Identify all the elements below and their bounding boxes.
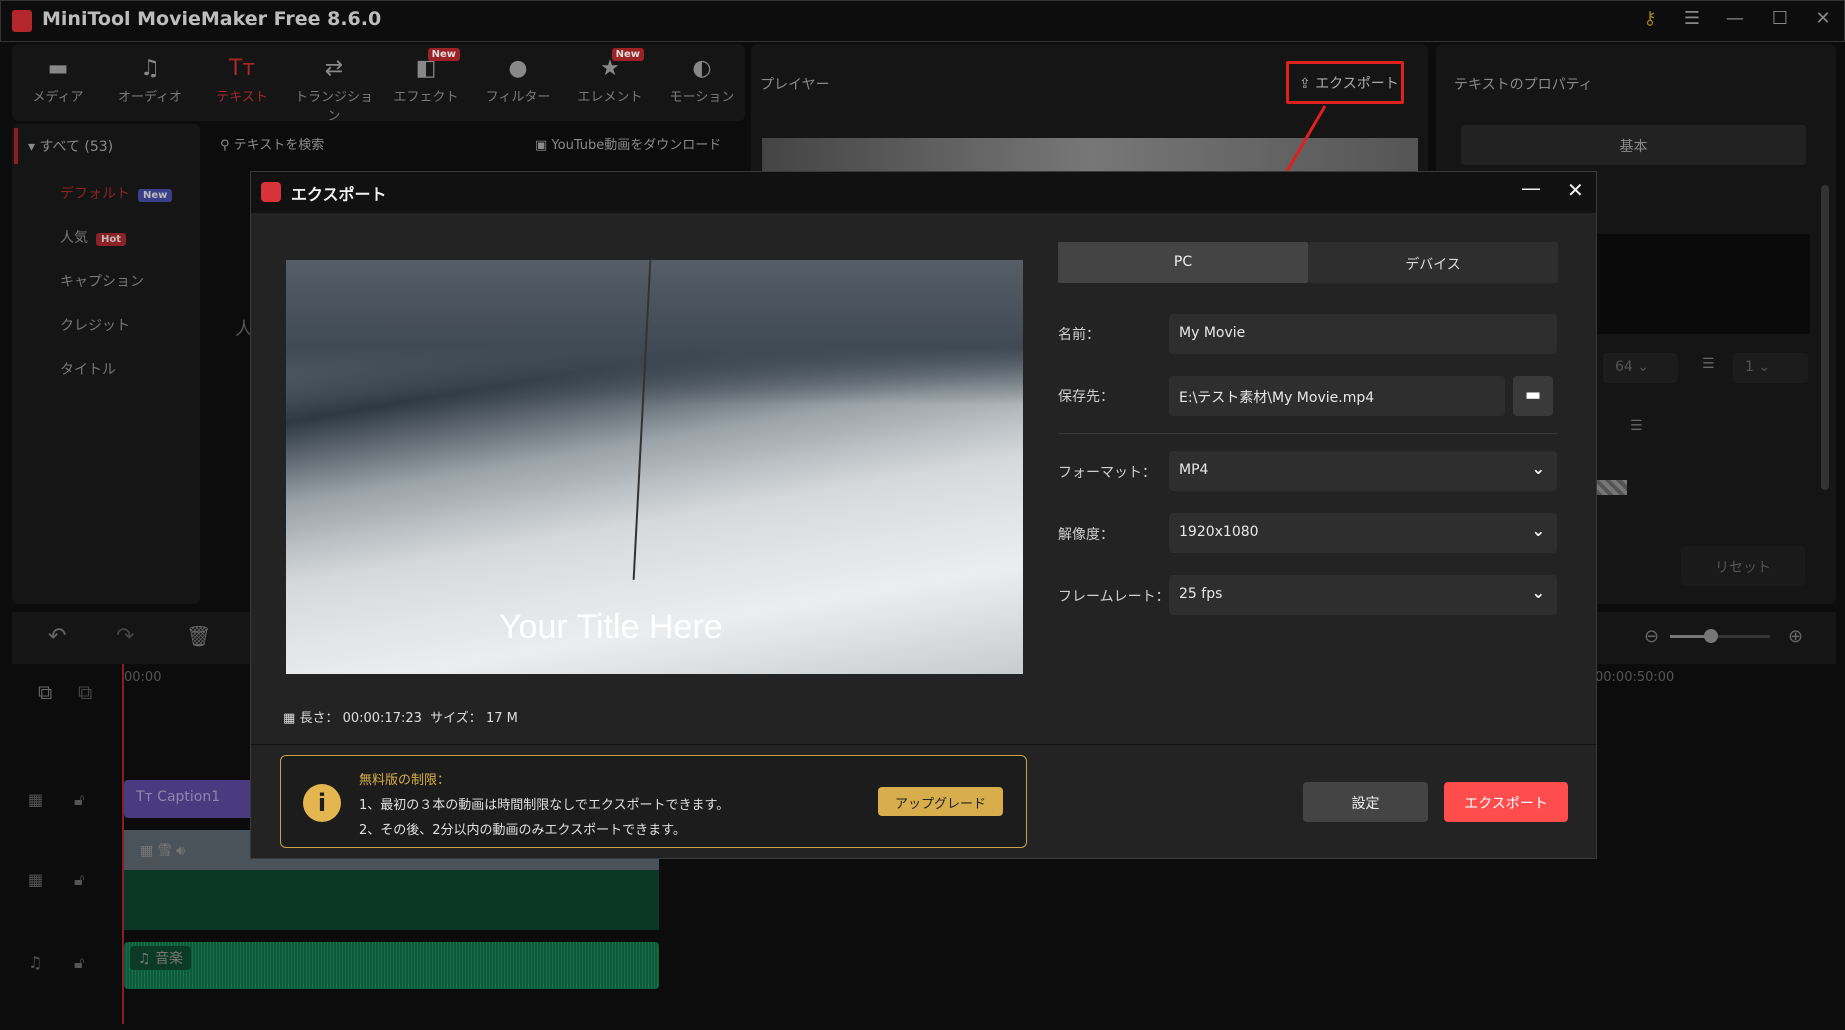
tab-device[interactable]: デバイス <box>1308 242 1558 283</box>
name-value: My Movie <box>1179 325 1245 341</box>
export-label: エクスポート <box>1464 796 1548 812</box>
dialog-minimize-button[interactable]: — <box>1521 176 1541 200</box>
frame-rate-value: 25 fps <box>1179 586 1222 602</box>
name-label: 名前： <box>1058 324 1100 344</box>
save-location-input[interactable]: E:\テスト素材\My Movie.mp4 <box>1169 376 1505 416</box>
length-label: 長さ： <box>299 711 338 726</box>
upgrade-label: アップグレード <box>895 797 986 812</box>
resolution-value: 1920x1080 <box>1179 524 1259 540</box>
export-dialog: エクスポート — ✕ Your Title Here ▦ 長さ： 00:00:1… <box>250 171 1597 859</box>
frame-rate-select[interactable]: 25 fps ⌄ <box>1169 575 1557 615</box>
settings-button[interactable]: 設定 <box>1303 782 1428 822</box>
notice-title: 無料版の制限： <box>359 769 450 788</box>
browse-folder-button[interactable]: ▬ <box>1513 376 1553 416</box>
preview-title-text: Your Title Here <box>499 608 723 647</box>
settings-label: 設定 <box>1352 796 1380 812</box>
resolution-label: 解像度： <box>1058 524 1114 544</box>
name-input[interactable]: My Movie <box>1169 314 1557 354</box>
save-location-label: 保存先： <box>1058 386 1114 406</box>
size-label: サイズ： <box>430 711 482 726</box>
size-value: 17 M <box>486 711 518 726</box>
format-label: フォーマット： <box>1058 462 1156 482</box>
chevron-down-icon: ⌄ <box>1532 459 1545 478</box>
footer-divider <box>251 744 1596 745</box>
frame-rate-label: フレームレート： <box>1058 586 1170 606</box>
preview-video: Your Title Here <box>286 260 1023 674</box>
format-select[interactable]: MP4 ⌄ <box>1169 451 1557 491</box>
tab-pc[interactable]: PC <box>1058 242 1308 283</box>
tab-pc-label: PC <box>1174 254 1192 270</box>
video-info: ▦ 長さ： 00:00:17:23 サイズ： 17 M <box>283 707 518 726</box>
dialog-header <box>251 172 1596 213</box>
dialog-close-button[interactable]: ✕ <box>1567 178 1584 202</box>
export-button[interactable]: エクスポート <box>1444 782 1568 822</box>
info-icon: i <box>303 784 341 822</box>
dialog-app-icon <box>261 182 281 202</box>
free-version-notice: i 無料版の制限： 1、最初の３本の動画は時間制限なしでエクスポートできます。 … <box>280 755 1027 848</box>
notice-line-2: 2、その後、2分以内の動画のみエクスポートできます。 <box>359 819 686 838</box>
notice-line-1: 1、最初の３本の動画は時間制限なしでエクスポートできます。 <box>359 794 729 813</box>
upgrade-button[interactable]: アップグレード <box>878 787 1003 816</box>
folder-icon: ▬ <box>1525 385 1541 405</box>
dialog-title: エクスポート <box>291 181 387 205</box>
divider <box>1058 433 1558 434</box>
chevron-down-icon: ⌄ <box>1532 521 1545 540</box>
resolution-select[interactable]: 1920x1080 ⌄ <box>1169 513 1557 553</box>
save-location-value: E:\テスト素材\My Movie.mp4 <box>1179 390 1374 406</box>
chevron-down-icon: ⌄ <box>1532 583 1545 602</box>
film-icon: ▦ <box>283 711 295 726</box>
tab-device-label: デバイス <box>1405 257 1461 273</box>
format-value: MP4 <box>1179 462 1208 478</box>
length-value: 00:00:17:23 <box>343 711 422 726</box>
